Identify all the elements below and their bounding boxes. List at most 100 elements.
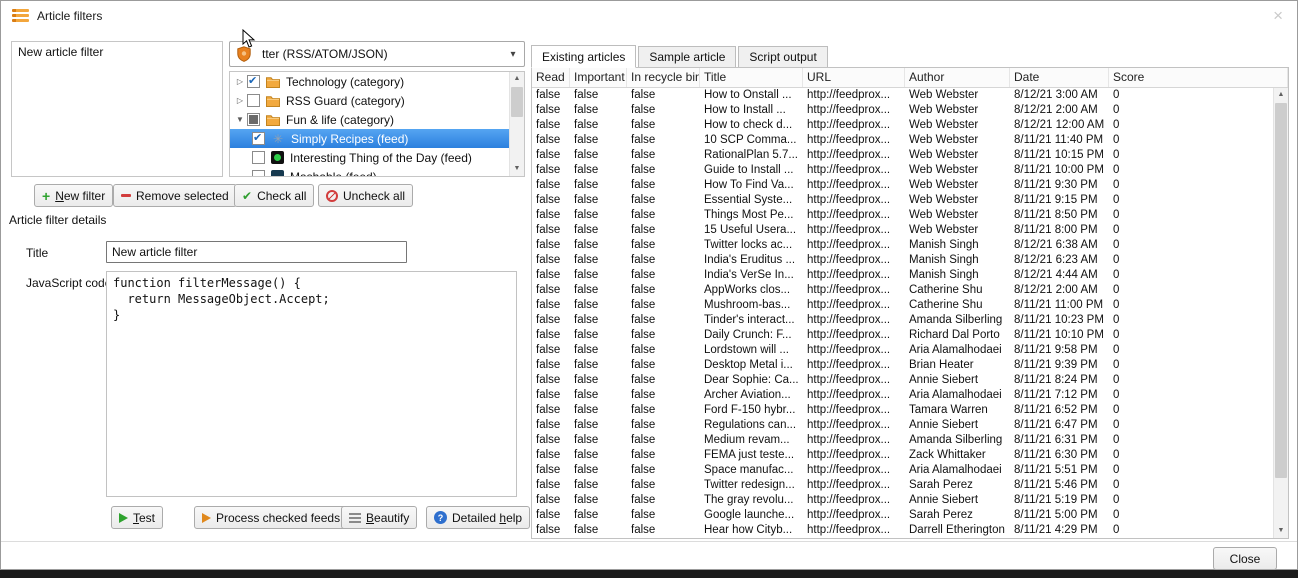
column-header[interactable]: Title bbox=[700, 68, 803, 87]
taskbar[interactable] bbox=[0, 570, 1298, 578]
article-row[interactable]: falsefalsefalseIndia's VerSe In...http:/… bbox=[532, 268, 1273, 283]
tab-script-output[interactable]: Script output bbox=[738, 46, 827, 67]
checkbox[interactable] bbox=[252, 170, 265, 177]
expand-arrow-icon[interactable]: ▷ bbox=[233, 96, 247, 105]
cell-recycle: false bbox=[627, 328, 700, 343]
column-header[interactable]: Score bbox=[1109, 68, 1288, 87]
new-filter-button[interactable]: + New filter bbox=[34, 184, 113, 207]
article-row[interactable]: falsefalsefalseAppWorks clos...http://fe… bbox=[532, 283, 1273, 298]
article-row[interactable]: falsefalsefalseThe gray revolu...http://… bbox=[532, 493, 1273, 508]
cell-recycle: false bbox=[627, 88, 700, 103]
checkbox[interactable] bbox=[247, 113, 260, 126]
article-row[interactable]: falsefalsefalseIndia's Eruditus ...http:… bbox=[532, 253, 1273, 268]
article-row[interactable]: falsefalsefalseHow to Install ...http://… bbox=[532, 103, 1273, 118]
scrollbar-thumb[interactable] bbox=[511, 87, 523, 117]
tree-item[interactable]: ▷Technology (category) bbox=[230, 72, 509, 91]
cell-important: false bbox=[570, 268, 627, 283]
uncheck-all-button[interactable]: Uncheck all bbox=[318, 184, 413, 207]
cell-date: 8/11/21 6:31 PM bbox=[1010, 433, 1109, 448]
filter-list[interactable]: New article filter bbox=[11, 41, 223, 177]
article-row[interactable]: falsefalsefalseDear Sophie: Ca...http://… bbox=[532, 373, 1273, 388]
column-header[interactable]: Read bbox=[532, 68, 570, 87]
tree-item-label: RSS Guard (category) bbox=[286, 94, 405, 108]
article-row[interactable]: falsefalsefalseThings Most Pe...http://f… bbox=[532, 208, 1273, 223]
article-row[interactable]: falsefalsefalseHow to check d...http://f… bbox=[532, 118, 1273, 133]
expand-arrow-icon[interactable]: ▷ bbox=[233, 77, 247, 86]
cell-recycle: false bbox=[627, 388, 700, 403]
collapse-arrow-icon[interactable]: ▼ bbox=[233, 115, 247, 124]
article-row[interactable]: falsefalsefalseMushroom-bas...http://fee… bbox=[532, 298, 1273, 313]
cell-url: http://feedprox... bbox=[803, 103, 905, 118]
article-row[interactable]: falsefalsefalse15 Useful Usera...http://… bbox=[532, 223, 1273, 238]
article-row[interactable]: falsefalsefalseTwitter redesign...http:/… bbox=[532, 478, 1273, 493]
article-row[interactable]: falsefalsefalseLordstown will ...http://… bbox=[532, 343, 1273, 358]
article-row[interactable]: falsefalsefalseRationalPlan 5.7...http:/… bbox=[532, 148, 1273, 163]
article-row[interactable]: falsefalsefalseMedium revam...http://fee… bbox=[532, 433, 1273, 448]
remove-selected-button[interactable]: Remove selected bbox=[113, 184, 237, 207]
tree-item[interactable]: Mashable (feed) bbox=[230, 167, 509, 177]
article-row[interactable]: falsefalsefalseTinder's interact...http:… bbox=[532, 313, 1273, 328]
tab-existing-articles[interactable]: Existing articles bbox=[531, 45, 636, 68]
combobox-dropdown-icon[interactable]: ▾ bbox=[502, 49, 524, 60]
filter-list-item[interactable]: New article filter bbox=[12, 42, 222, 62]
cell-date: 8/12/21 2:00 AM bbox=[1010, 103, 1109, 118]
tree-item[interactable]: ✳Simply Recipes (feed) bbox=[230, 129, 509, 148]
cell-url: http://feedprox... bbox=[803, 253, 905, 268]
beautify-button[interactable]: Beautify bbox=[341, 506, 417, 529]
article-row[interactable]: falsefalsefalseGuide to Install ...http:… bbox=[532, 163, 1273, 178]
test-button[interactable]: Test bbox=[111, 506, 163, 529]
tree-item[interactable]: ▼Fun & life (category) bbox=[230, 110, 509, 129]
scroll-up-icon[interactable]: ▲ bbox=[1274, 88, 1288, 102]
article-row[interactable]: falsefalsefalseTwitter locks ac...http:/… bbox=[532, 238, 1273, 253]
tree-item[interactable]: Interesting Thing of the Day (feed) bbox=[230, 148, 509, 167]
checkbox[interactable] bbox=[252, 151, 265, 164]
cell-recycle: false bbox=[627, 238, 700, 253]
article-row[interactable]: falsefalsefalse10 SCP Comma...http://fee… bbox=[532, 133, 1273, 148]
scroll-down-icon[interactable]: ▼ bbox=[1274, 524, 1288, 538]
article-row[interactable]: falsefalsefalseGoogle launche...http://f… bbox=[532, 508, 1273, 523]
table-scrollbar[interactable]: ▲ ▼ bbox=[1273, 88, 1288, 538]
column-header[interactable]: Important bbox=[570, 68, 627, 87]
account-combobox[interactable]: tter (RSS/ATOM/JSON) ▾ bbox=[229, 41, 525, 67]
checkbox[interactable] bbox=[247, 75, 260, 88]
article-row[interactable]: falsefalsefalseFEMA just teste...http://… bbox=[532, 448, 1273, 463]
cell-important: false bbox=[570, 388, 627, 403]
tree-item[interactable]: ▷ RSS Guard (category) bbox=[230, 91, 509, 110]
scrollbar-thumb[interactable] bbox=[1275, 103, 1287, 478]
cell-url: http://feedprox... bbox=[803, 118, 905, 133]
cell-date: 8/12/21 12:00 AM bbox=[1010, 118, 1109, 133]
article-row[interactable]: falsefalsefalseFord F-150 hybr...http://… bbox=[532, 403, 1273, 418]
column-header[interactable]: Author bbox=[905, 68, 1010, 87]
scroll-down-icon[interactable]: ▼ bbox=[510, 162, 524, 176]
article-row[interactable]: falsefalsefalseHow To Find Va...http://f… bbox=[532, 178, 1273, 193]
article-row[interactable]: falsefalsefalseSpace manufac...http://fe… bbox=[532, 463, 1273, 478]
column-header[interactable]: In recycle bin bbox=[627, 68, 700, 87]
article-row[interactable]: falsefalsefalseHear how Cityb...http://f… bbox=[532, 523, 1273, 538]
article-row[interactable]: falsefalsefalseRegulations can...http://… bbox=[532, 418, 1273, 433]
cell-score: 0 bbox=[1109, 358, 1273, 373]
detailed-help-button[interactable]: ? Detailed help bbox=[426, 506, 530, 529]
check-all-button[interactable]: ✔ Check all bbox=[234, 184, 314, 207]
cell-title: Ford F-150 hybr... bbox=[700, 403, 803, 418]
checkbox[interactable] bbox=[252, 132, 265, 145]
cell-recycle: false bbox=[627, 178, 700, 193]
cell-author: Web Webster bbox=[905, 133, 1010, 148]
column-header[interactable]: Date bbox=[1010, 68, 1109, 87]
window-close-icon[interactable]: × bbox=[1273, 6, 1283, 26]
tab-sample-article[interactable]: Sample article bbox=[638, 46, 736, 67]
articles-table-body: falsefalsefalseHow to Onstall ...http://… bbox=[532, 88, 1273, 538]
article-row[interactable]: falsefalsefalseDaily Crunch: F...http://… bbox=[532, 328, 1273, 343]
close-button[interactable]: Close bbox=[1213, 547, 1277, 570]
javascript-code-editor[interactable]: function filterMessage() { return Messag… bbox=[106, 271, 517, 497]
tree-scrollbar[interactable]: ▲ ▼ bbox=[509, 72, 524, 176]
article-row[interactable]: falsefalsefalseHow to Onstall ...http://… bbox=[532, 88, 1273, 103]
article-row[interactable]: falsefalsefalseArcher Aviation...http://… bbox=[532, 388, 1273, 403]
title-input[interactable] bbox=[106, 241, 407, 263]
scroll-up-icon[interactable]: ▲ bbox=[510, 72, 524, 86]
process-checked-feeds-button[interactable]: Process checked feeds bbox=[194, 506, 348, 529]
checkbox[interactable] bbox=[247, 94, 260, 107]
article-row[interactable]: falsefalsefalseEssential Syste...http://… bbox=[532, 193, 1273, 208]
column-header[interactable]: URL bbox=[803, 68, 905, 87]
cell-recycle: false bbox=[627, 163, 700, 178]
article-row[interactable]: falsefalsefalseDesktop Metal i...http://… bbox=[532, 358, 1273, 373]
